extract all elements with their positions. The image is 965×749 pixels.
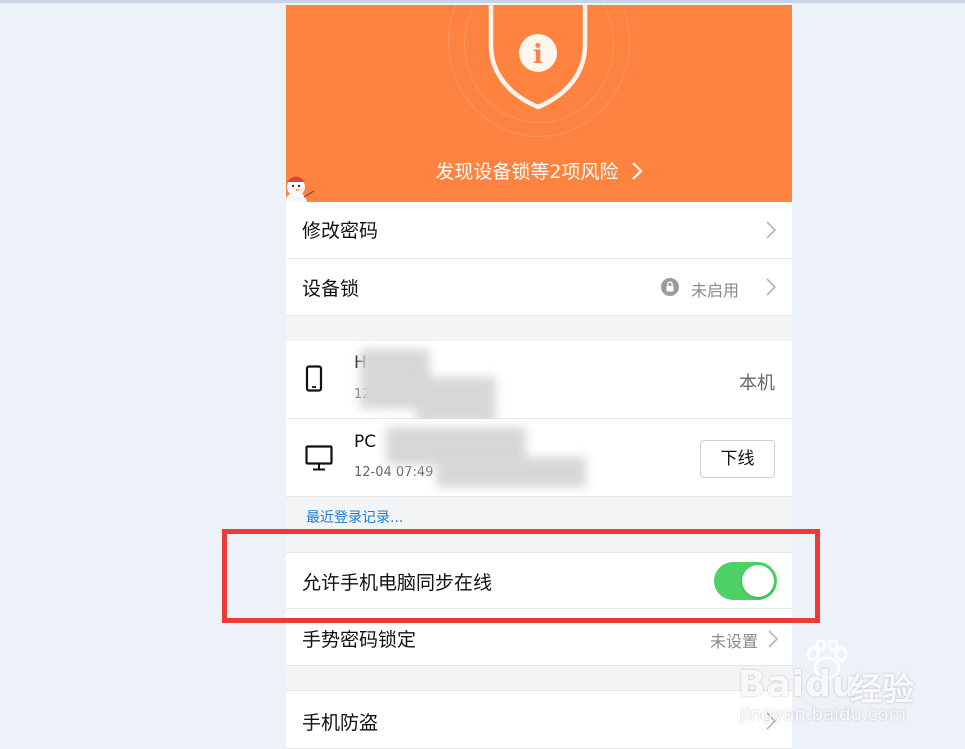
risk-warning-text: 发现设备锁等2项风险 — [435, 161, 619, 183]
shield-info-icon: i — [488, 5, 588, 110]
sync-online-label: 允许手机电脑同步在线 — [302, 572, 493, 594]
change-password-label: 修改密码 — [302, 220, 379, 242]
device-item-pc: PC 12-04 07:49 下线 — [286, 419, 792, 497]
device-name: PC — [354, 432, 377, 452]
gesture-lock-row[interactable]: 手势密码锁定 未设置 — [286, 609, 792, 666]
sync-online-toggle[interactable] — [714, 562, 777, 600]
sync-online-row: 允许手机电脑同步在线 — [286, 552, 792, 609]
current-device-label: 本机 — [739, 373, 775, 394]
anti-theft-label: 手机防盗 — [302, 712, 379, 734]
risk-warning-link[interactable]: 发现设备锁等2项风险 — [286, 157, 792, 184]
chevron-right-icon — [766, 278, 776, 296]
redaction-blur — [436, 457, 586, 487]
device-lock-row[interactable]: 设备锁 未启用 — [286, 259, 792, 316]
chevron-right-icon — [631, 162, 643, 180]
shield-glyph: i — [533, 40, 543, 70]
offline-button[interactable]: 下线 — [700, 440, 775, 478]
toggle-knob — [742, 565, 774, 597]
lock-icon — [661, 278, 679, 296]
recent-login-records-link[interactable]: 最近登录记录... — [306, 507, 403, 527]
chevron-right-icon — [766, 221, 776, 239]
device-lock-status: 未启用 — [691, 281, 740, 300]
phone-icon — [305, 365, 323, 392]
device-lock-label: 设备锁 — [302, 278, 360, 300]
gesture-lock-label: 手势密码锁定 — [302, 629, 417, 651]
watermark-url: jingyan.baidu.com — [740, 704, 907, 725]
phone-screen: i 发现设备锁等2项风险 修改密码 设备锁 未启用 本机 PC 12-04 07… — [286, 5, 792, 749]
device-login-time: 12-04 07:49 — [354, 465, 434, 480]
computer-monitor-icon — [305, 445, 333, 471]
device-item-phone: H 12-0 本机 — [286, 341, 792, 423]
security-banner: i 发现设备锁等2项风险 — [286, 5, 792, 214]
change-password-row[interactable]: 修改密码 — [286, 202, 792, 259]
watermark-brand: Baidu — [738, 664, 859, 705]
redaction-blur — [416, 377, 496, 423]
baidu-jingyan-watermark: Baidu 经验 jingyan.baidu.com — [738, 640, 958, 730]
window-top-border — [0, 0, 965, 3]
anti-theft-row[interactable]: 手机防盗 — [286, 690, 792, 749]
